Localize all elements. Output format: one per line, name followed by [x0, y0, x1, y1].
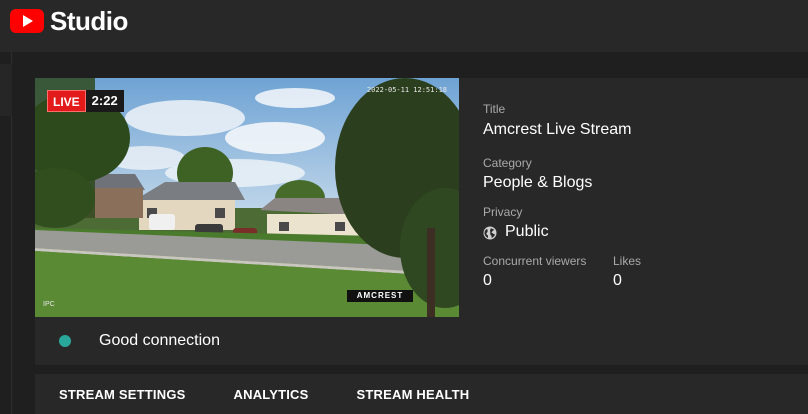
viewers-label: Concurrent viewers: [483, 254, 587, 268]
title-label: Title: [483, 102, 506, 116]
stream-panel: LIVE 2:22 2022-05-11 12:51:18 IPC AMCRES…: [35, 78, 808, 365]
stream-details: Title Amcrest Live Stream Category Peopl…: [483, 78, 808, 365]
elapsed-time: 2:22: [85, 90, 124, 112]
category-value: People & Blogs: [483, 174, 593, 191]
status-indicator-icon: [59, 335, 71, 347]
privacy-label: Privacy: [483, 205, 523, 219]
tab-analytics[interactable]: ANALYTICS: [234, 387, 309, 402]
tab-stream-settings[interactable]: STREAM SETTINGS: [59, 387, 186, 402]
left-sidebar: [0, 52, 12, 414]
studio-logo[interactable]: Studio: [10, 7, 128, 35]
sidebar-item[interactable]: [0, 64, 12, 116]
connection-status: Good connection: [35, 317, 459, 365]
video-preview[interactable]: LIVE 2:22 2022-05-11 12:51:18 IPC AMCRES…: [35, 78, 459, 317]
likes-value: 0: [613, 272, 622, 289]
camera-scene: [35, 78, 459, 317]
viewers-value: 0: [483, 272, 492, 289]
camera-label: IPC: [43, 301, 55, 308]
youtube-play-icon: [10, 9, 44, 33]
top-bar: Studio: [0, 0, 808, 52]
tab-stream-health[interactable]: STREAM HEALTH: [357, 387, 470, 402]
globe-icon: [483, 226, 497, 240]
live-badge: LIVE 2:22: [47, 90, 124, 112]
tab-bar: STREAM SETTINGS ANALYTICS STREAM HEALTH: [35, 374, 808, 414]
camera-timestamp: 2022-05-11 12:51:18: [366, 86, 447, 94]
logo-text: Studio: [50, 6, 128, 36]
category-label: Category: [483, 156, 532, 170]
live-label: LIVE: [47, 90, 86, 112]
connection-status-text: Good connection: [99, 332, 220, 349]
title-value: Amcrest Live Stream: [483, 121, 632, 138]
camera-brand-watermark: AMCREST: [347, 290, 413, 302]
likes-label: Likes: [613, 254, 642, 268]
privacy-value: Public: [505, 223, 549, 240]
